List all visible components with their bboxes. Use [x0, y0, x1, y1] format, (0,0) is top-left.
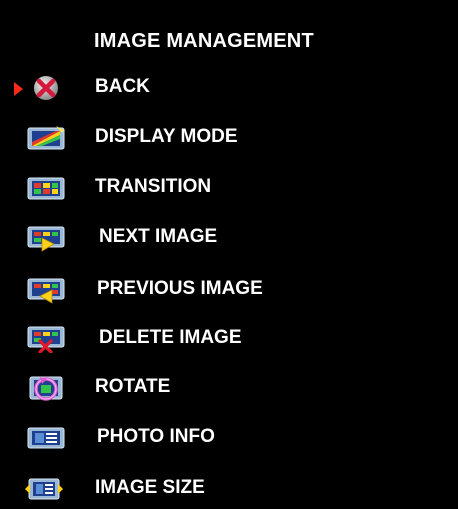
back-x-icon: [26, 74, 66, 102]
menu-item-label: IMAGE SIZE: [95, 477, 205, 498]
transition-icon: [26, 174, 66, 202]
menu-item-label: PHOTO INFO: [97, 426, 215, 447]
rotate-icon: [26, 374, 66, 402]
photo-info-icon: [26, 424, 66, 452]
menu-title: IMAGE MANAGEMENT: [94, 30, 314, 52]
delete-image-icon: [26, 325, 66, 353]
menu-item-next-image[interactable]: NEXT IMAGE: [0, 218, 458, 258]
menu-item-label: NEXT IMAGE: [99, 226, 218, 247]
previous-image-icon: [26, 276, 66, 304]
menu-item-photo-info[interactable]: PHOTO INFO: [0, 418, 458, 458]
menu-item-transition[interactable]: TRANSITION: [0, 168, 458, 208]
menu-item-rotate[interactable]: ROTATE: [0, 368, 458, 408]
menu-item-label: PREVIOUS IMAGE: [97, 278, 263, 299]
menu-item-label: DISPLAY MODE: [95, 126, 238, 147]
menu-item-image-size[interactable]: IMAGE SIZE: [0, 469, 458, 509]
menu-item-label: TRANSITION: [95, 176, 212, 197]
menu-item-label: ROTATE: [95, 376, 171, 397]
image-size-icon: [24, 475, 64, 503]
menu-item-label: DELETE IMAGE: [99, 327, 242, 348]
menu-item-previous-image[interactable]: PREVIOUS IMAGE: [0, 270, 458, 310]
menu-item-back[interactable]: BACK: [0, 68, 458, 108]
menu-item-delete-image[interactable]: DELETE IMAGE: [0, 319, 458, 359]
next-image-icon: [26, 224, 66, 252]
menu-item-display-mode[interactable]: DISPLAY MODE: [0, 118, 458, 158]
menu-item-label: BACK: [95, 76, 150, 97]
selection-arrow-icon: [14, 82, 23, 96]
image-management-menu: IMAGE MANAGEMENT BACK DISPLAY MODE TRANS…: [0, 0, 458, 508]
display-mode-icon: [26, 124, 66, 152]
